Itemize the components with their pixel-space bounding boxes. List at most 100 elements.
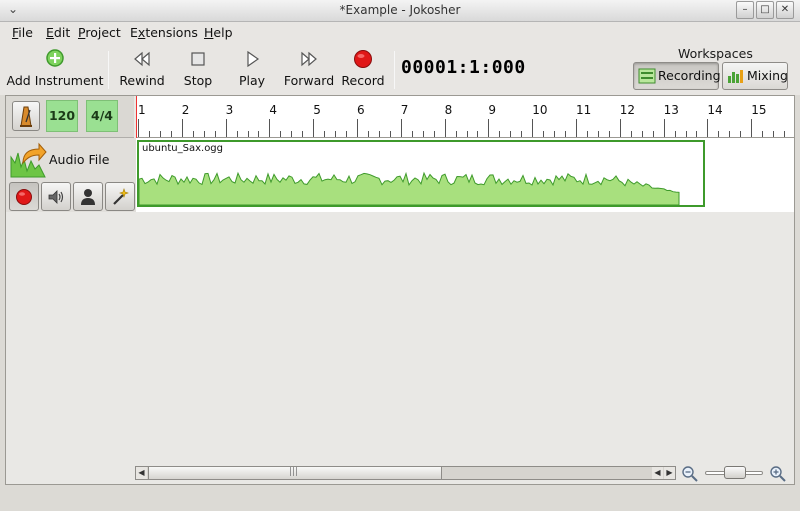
ruler-tick xyxy=(411,131,413,137)
ruler-tick xyxy=(488,119,490,137)
recording-workspace-icon xyxy=(638,68,656,84)
ruler-tick xyxy=(597,131,599,137)
zoom-in-icon[interactable] xyxy=(769,465,787,483)
forward-label: Forward xyxy=(283,73,335,88)
ruler-tick xyxy=(740,131,742,137)
ruler-bar-number: 12 xyxy=(619,103,636,117)
ruler-tick xyxy=(663,119,665,137)
stop-icon xyxy=(191,52,205,66)
ruler-bar-number: 8 xyxy=(444,103,453,117)
add-instrument-button[interactable]: Add Instrument xyxy=(6,47,104,93)
ruler-tick xyxy=(444,119,446,137)
ruler-bar-number: 1 xyxy=(138,103,146,117)
tempo-button[interactable]: 120 xyxy=(46,100,78,132)
menu-bar: File Edit Project Extensions Help xyxy=(0,22,800,43)
forward-button[interactable]: Forward xyxy=(282,47,336,93)
ruler-tick xyxy=(532,119,534,137)
ruler-tick xyxy=(499,131,501,137)
ruler-tick xyxy=(302,131,304,137)
ruler-tick xyxy=(389,131,391,137)
maximize-button[interactable]: □ xyxy=(756,1,774,19)
scroll-left-arrow[interactable]: ◀ xyxy=(136,467,147,479)
track-lane[interactable]: ubuntu_Sax.ogg xyxy=(136,138,794,212)
play-label: Play xyxy=(238,73,266,88)
ruler-tick xyxy=(630,131,632,137)
record-arm-button[interactable] xyxy=(9,182,39,211)
scroll-right-arrow[interactable]: ▶ xyxy=(664,467,675,479)
timeline-ruler[interactable]: 1 2 3 4 5 6 7 8 9 10 11 12 13 14 15 xyxy=(136,96,794,138)
zoom-out-icon[interactable] xyxy=(681,465,699,483)
ruler-tick xyxy=(565,131,567,137)
recording-workspace-button[interactable]: Recording xyxy=(633,62,721,90)
mute-button[interactable] xyxy=(41,182,71,211)
ruler-tick xyxy=(335,131,337,137)
menu-extensions[interactable]: Extensions xyxy=(130,25,198,40)
playhead[interactable] xyxy=(136,96,137,138)
record-icon xyxy=(354,50,372,68)
rewind-button[interactable]: Rewind xyxy=(116,47,168,93)
ruler-tick xyxy=(181,119,183,137)
mixing-workspace-icon xyxy=(728,70,743,83)
recording-workspace-label: Recording xyxy=(658,68,721,83)
audio-file-instrument-icon[interactable] xyxy=(9,141,47,179)
menu-project[interactable]: Project xyxy=(78,25,121,40)
ruler-tick xyxy=(696,131,698,137)
ruler-tick xyxy=(586,131,588,137)
zoom-slider-knob[interactable] xyxy=(724,466,746,479)
instrument-header: Audio File xyxy=(6,138,136,212)
record-button[interactable]: Record xyxy=(340,47,386,93)
scroll-left-arrow-2[interactable]: ◀ xyxy=(652,467,663,479)
person-icon xyxy=(81,189,95,205)
ruler-tick xyxy=(400,119,402,137)
ruler-tick xyxy=(159,131,161,137)
menu-file[interactable]: File xyxy=(12,25,33,40)
play-button[interactable]: Play xyxy=(232,47,272,93)
ruler-tick xyxy=(280,131,282,137)
time-signature-button[interactable]: 4/4 xyxy=(86,100,118,132)
metronome-button[interactable] xyxy=(12,101,40,131)
close-button[interactable]: ✕ xyxy=(776,1,794,19)
effects-button[interactable] xyxy=(105,182,135,211)
zoom-slider[interactable] xyxy=(705,466,763,479)
scroll-thumb[interactable]: ||| xyxy=(148,467,442,479)
ruler-tick xyxy=(784,131,786,137)
ruler-tick xyxy=(346,131,348,137)
ruler-tick xyxy=(543,131,545,137)
add-circle-icon xyxy=(46,49,64,67)
ruler-tick xyxy=(291,131,293,137)
toolbar: Add Instrument Rewind Stop Play Forward … xyxy=(0,43,800,95)
ruler-bar-number: 4 xyxy=(269,103,278,117)
instrument-name[interactable]: Audio File xyxy=(49,152,109,167)
metronome-icon xyxy=(20,106,32,127)
ruler-tick xyxy=(378,131,380,137)
speaker-icon xyxy=(48,190,64,204)
ruler-tick xyxy=(214,131,216,137)
event-filename: ubuntu_Sax.ogg xyxy=(142,143,224,154)
ruler-tick xyxy=(619,119,621,137)
ruler-tick xyxy=(357,119,358,137)
menu-edit[interactable]: Edit xyxy=(46,25,70,40)
ruler-tick xyxy=(225,119,227,137)
ruler-bar-number: 5 xyxy=(313,103,321,117)
minimize-button[interactable]: – xyxy=(736,1,754,19)
horizontal-scrollbar[interactable]: ◀ ||| ◀ ▶ xyxy=(135,466,676,480)
audio-event[interactable]: ubuntu_Sax.ogg xyxy=(137,140,705,207)
stop-button[interactable]: Stop xyxy=(178,47,218,93)
project-controls: 120 4/4 xyxy=(6,96,134,138)
mixing-workspace-label: Mixing xyxy=(747,68,788,83)
menu-help[interactable]: Help xyxy=(204,25,233,40)
ruler-tick xyxy=(203,131,205,137)
effects-wand-icon xyxy=(113,188,129,205)
ruler-tick xyxy=(258,131,260,137)
timecode-display[interactable]: 00001:1:000 xyxy=(401,57,526,78)
workspaces-label: Workspaces xyxy=(678,46,753,61)
solo-button[interactable] xyxy=(73,182,103,211)
stop-label: Stop xyxy=(183,73,213,88)
toolbar-separator xyxy=(108,51,109,89)
ruler-tick xyxy=(236,131,238,137)
ruler-tick xyxy=(652,131,654,137)
ruler-tick xyxy=(455,131,457,137)
ruler-tick xyxy=(608,131,610,137)
mixing-workspace-button[interactable]: Mixing xyxy=(722,62,788,90)
ruler-bar-number: 6 xyxy=(357,103,365,117)
